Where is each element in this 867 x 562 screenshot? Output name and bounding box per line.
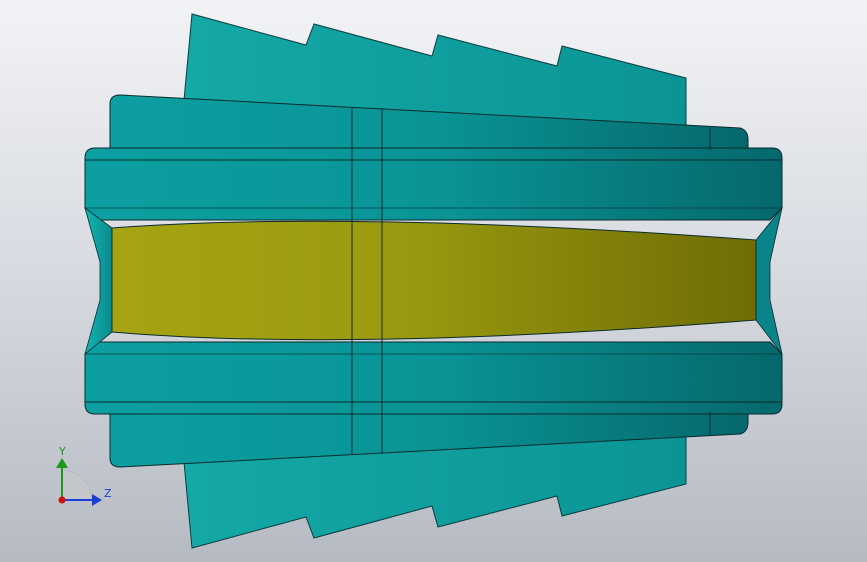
z-axis-label: Z (104, 487, 112, 500)
triad-quadrant (61, 469, 93, 501)
y-axis-label: Y (58, 445, 66, 458)
x-axis-dot (58, 496, 66, 504)
axis-triad: Y Z (56, 445, 112, 506)
graphics-viewport[interactable]: Y Z (0, 0, 867, 562)
